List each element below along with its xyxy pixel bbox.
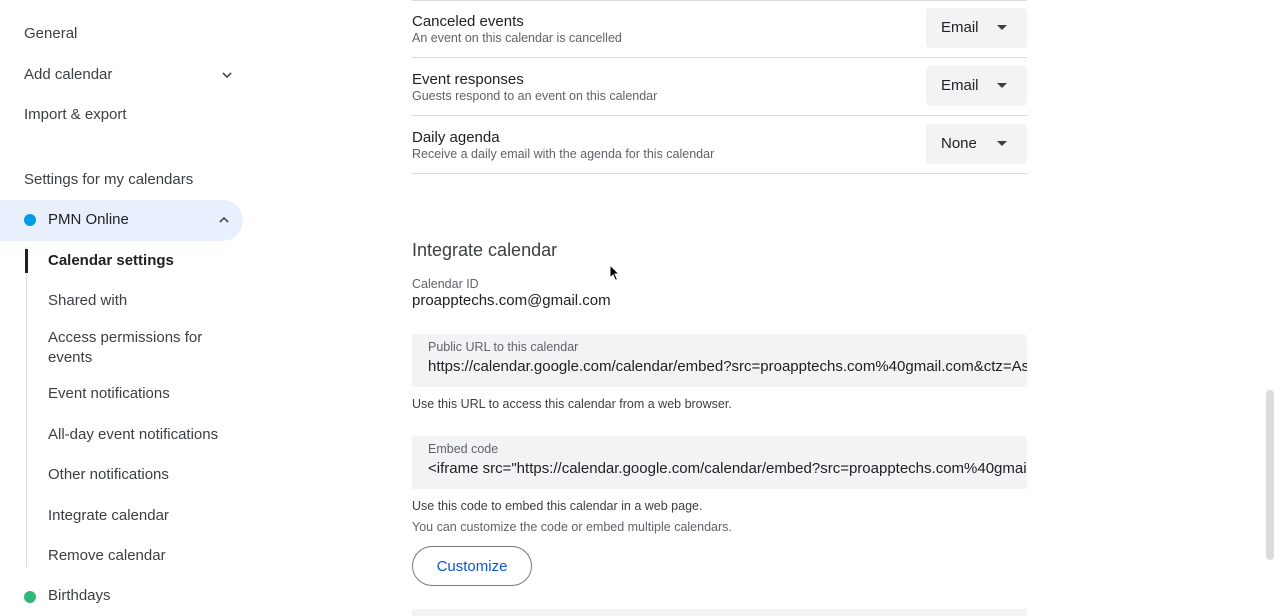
sidebar-item-birthdays[interactable]: Birthdays (0, 584, 243, 610)
embed-customize-help: You can customize the code or embed mult… (412, 520, 732, 534)
customize-button[interactable]: Customize (412, 546, 532, 586)
notification-row-event-responses: Event responses Guests respond to an eve… (412, 58, 1027, 116)
chevron-up-icon[interactable] (217, 213, 231, 227)
notification-description: Receive a daily email with the agenda fo… (412, 147, 715, 161)
sidebar-item-general[interactable]: General (24, 25, 77, 42)
public-url-value[interactable]: https://calendar.google.com/calendar/emb… (428, 358, 1027, 375)
settings-sidebar: General Add calendar Import & export Set… (0, 0, 260, 616)
notification-title: Daily agenda (412, 129, 500, 146)
public-url-field[interactable]: Public URL to this calendar https://cale… (412, 334, 1027, 387)
sidebar-item-shared-with[interactable]: Shared with (48, 291, 228, 311)
sidebar-item-pmn-online[interactable]: PMN Online (0, 200, 243, 241)
calendar-id-value: proapptechs.com@gmail.com (412, 292, 611, 309)
settings-main: Canceled events An event on this calenda… (412, 0, 1027, 616)
sidebar-item-access-permissions[interactable]: Access permissions for events (48, 328, 228, 368)
sidebar-item-import-export[interactable]: Import & export (24, 106, 127, 123)
sidebar-item-all-day-notifications[interactable]: All-day event notifications (48, 425, 228, 445)
arrow-drop-down-icon (997, 25, 1007, 30)
mouse-pointer-icon (609, 263, 621, 282)
notification-row-canceled-events: Canceled events An event on this calenda… (412, 0, 1027, 58)
notification-method-select[interactable]: Email (926, 8, 1027, 48)
arrow-drop-down-icon (997, 141, 1007, 146)
sidebar-item-calendar-settings[interactable]: Calendar settings (48, 251, 228, 271)
select-value: None (941, 135, 977, 152)
notification-method-select[interactable]: Email (926, 66, 1027, 106)
active-indicator (25, 249, 28, 273)
embed-code-field[interactable]: Embed code <iframe src="https://calendar… (412, 436, 1027, 489)
embed-code-value[interactable]: <iframe src="https://calendar.google.com… (428, 460, 1027, 477)
notification-row-daily-agenda: Daily agenda Receive a daily email with … (412, 116, 1027, 174)
select-value: Email (941, 77, 979, 94)
field-label: Public URL to this calendar (428, 340, 579, 354)
notification-title: Canceled events (412, 13, 524, 30)
calendar-color-dot (24, 214, 36, 226)
sidebar-item-remove-calendar[interactable]: Remove calendar (48, 546, 228, 566)
sidebar-item-label: Add calendar (24, 66, 113, 83)
embed-code-help: Use this code to embed this calendar in … (412, 499, 703, 513)
calendar-id-label: Calendar ID (412, 277, 479, 291)
section-heading-my-calendars: Settings for my calendars (24, 171, 194, 188)
sidebar-item-add-calendar[interactable]: Add calendar (24, 66, 234, 83)
calendar-name: PMN Online (48, 211, 129, 228)
sidebar-item-other-notifications[interactable]: Other notifications (48, 465, 228, 485)
notification-title: Event responses (412, 71, 524, 88)
sub-nav-divider (26, 247, 27, 567)
sidebar-item-event-notifications[interactable]: Event notifications (48, 384, 228, 404)
calendar-color-dot (24, 591, 36, 603)
field-label: Embed code (428, 442, 499, 456)
arrow-drop-down-icon (997, 83, 1007, 88)
calendar-name: Birthdays (48, 587, 111, 604)
notification-description: An event on this calendar is cancelled (412, 31, 622, 45)
section-heading-integrate-calendar: Integrate calendar (412, 240, 558, 260)
notification-description: Guests respond to an event on this calen… (412, 89, 658, 103)
sidebar-item-integrate-calendar[interactable]: Integrate calendar (48, 506, 228, 526)
public-url-help: Use this URL to access this calendar fro… (412, 397, 732, 411)
notification-method-select[interactable]: None (926, 124, 1027, 164)
next-field-partial (412, 609, 1027, 616)
select-value: Email (941, 19, 979, 36)
chevron-down-icon[interactable] (220, 68, 234, 82)
scrollbar-thumb[interactable] (1266, 390, 1274, 560)
